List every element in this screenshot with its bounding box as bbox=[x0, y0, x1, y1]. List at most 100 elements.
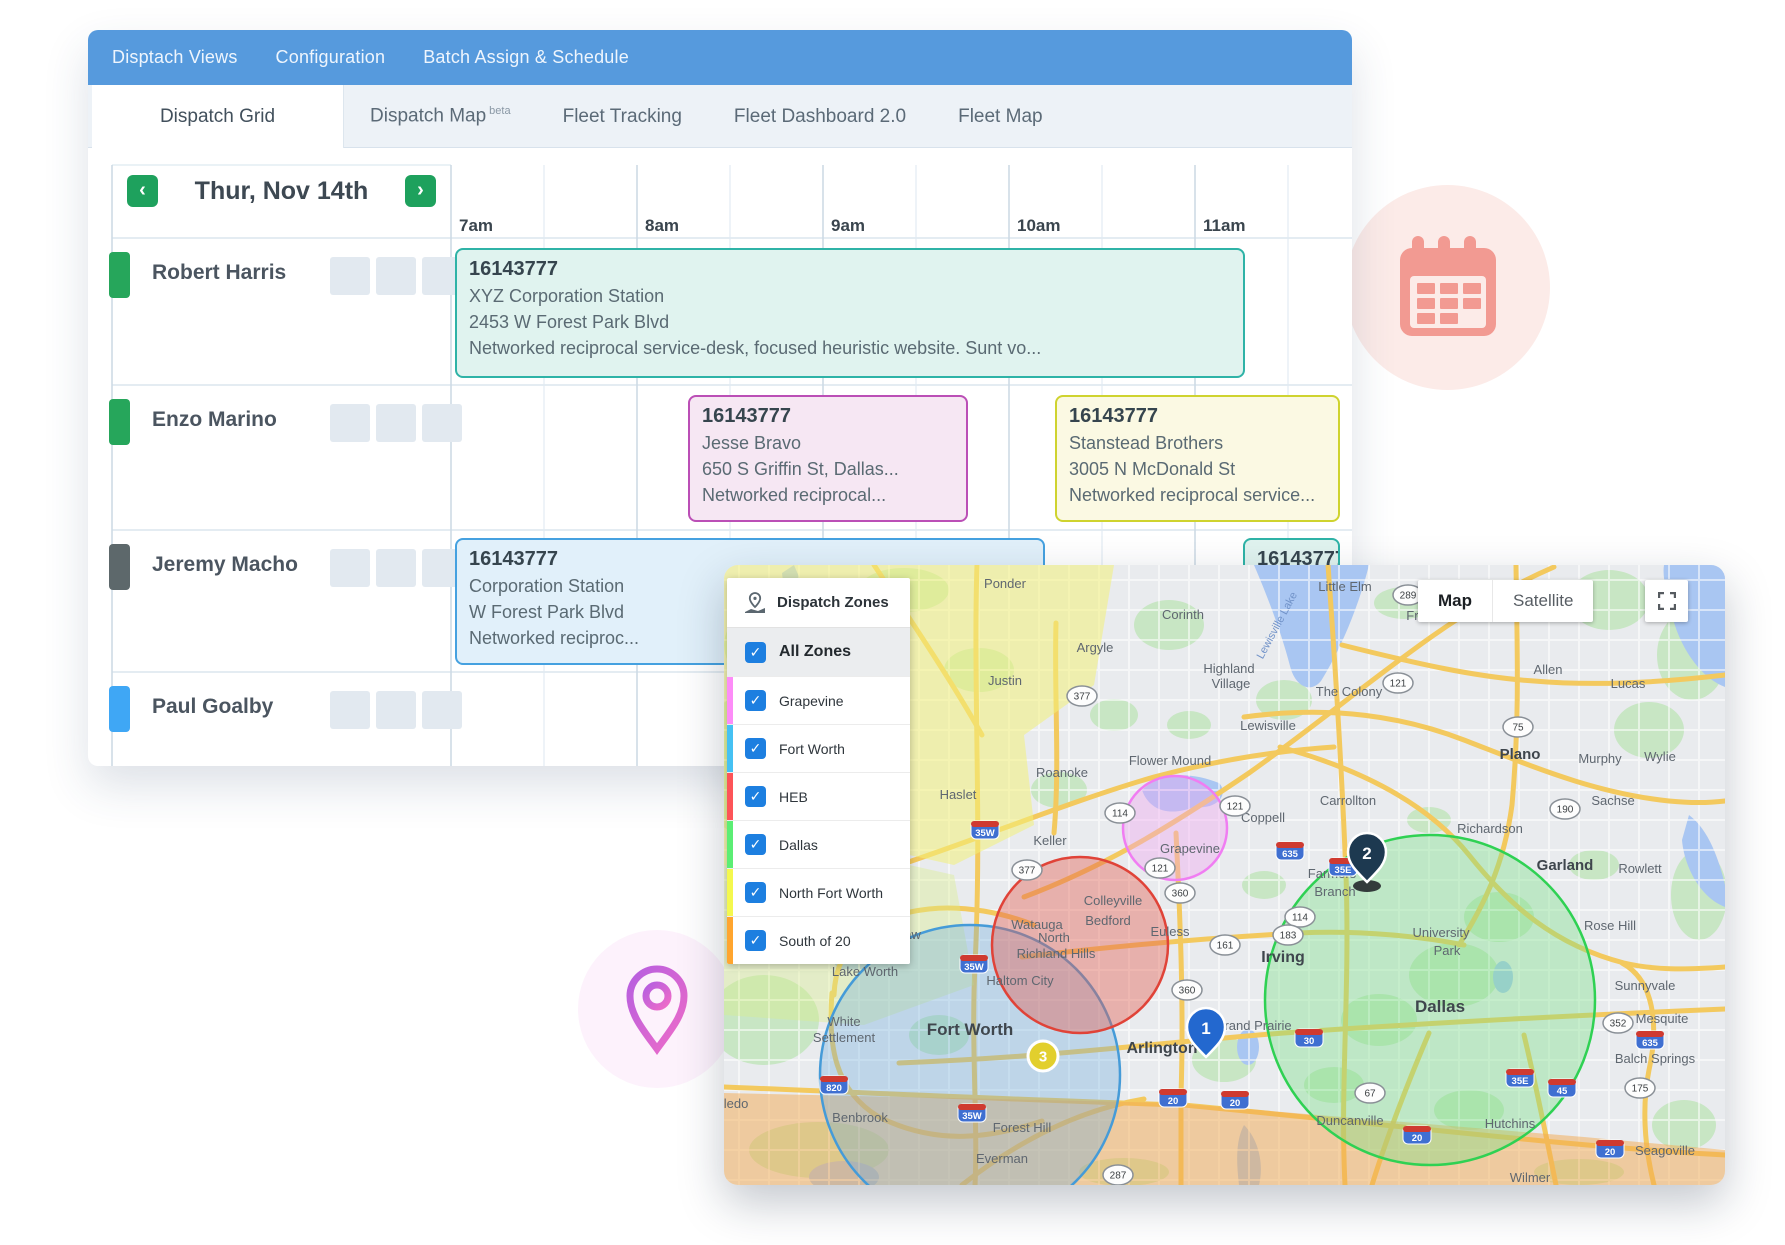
zone-circle[interactable] bbox=[992, 857, 1168, 1033]
svg-text:35E: 35E bbox=[1512, 1076, 1529, 1087]
tab-dispatch-map[interactable]: Dispatch Mapbeta bbox=[370, 105, 511, 127]
driver-name: Enzo Marino bbox=[152, 408, 277, 432]
map-marker-3[interactable]: 3 bbox=[1028, 1041, 1058, 1071]
map-town-label: ledo bbox=[724, 1096, 748, 1111]
svg-text:820: 820 bbox=[826, 1083, 842, 1094]
zone-checkbox[interactable]: ✓ bbox=[745, 690, 766, 711]
zone-color-stripe bbox=[727, 725, 733, 772]
svg-text:175: 175 bbox=[1632, 1084, 1649, 1095]
driver-name: Jeremy Macho bbox=[152, 553, 298, 577]
zone-label: North Fort Worth bbox=[779, 885, 883, 901]
map-town-label: University bbox=[1412, 925, 1470, 940]
map-town-label: Benbrook bbox=[832, 1110, 888, 1125]
map-button[interactable]: Map bbox=[1418, 580, 1493, 622]
map-town-label: Wilmer bbox=[1510, 1170, 1551, 1185]
zone-checkbox[interactable]: ✓ bbox=[745, 834, 766, 855]
zone-item[interactable]: ✓ North Fort Worth bbox=[727, 868, 910, 916]
route-shield: 67 bbox=[1355, 1083, 1385, 1103]
slot-placeholder bbox=[376, 549, 416, 587]
svg-text:75: 75 bbox=[1512, 723, 1524, 734]
tab-fleet-tracking[interactable]: Fleet Tracking bbox=[563, 106, 682, 128]
zone-item[interactable]: ✓ Dallas bbox=[727, 820, 910, 868]
view-tabs: Dispatch Grid Dispatch Mapbeta Fleet Tra… bbox=[88, 85, 1352, 148]
svg-text:20: 20 bbox=[1412, 1133, 1423, 1144]
zone-checkbox[interactable]: ✓ bbox=[745, 882, 766, 903]
map-town-label: The Colony bbox=[1316, 684, 1383, 699]
slot-placeholder bbox=[330, 549, 370, 587]
slot-placeholder bbox=[330, 257, 370, 295]
slot-placeholder bbox=[376, 691, 416, 729]
zone-checkbox[interactable]: ✓ bbox=[745, 642, 766, 663]
nav-dispatch-views[interactable]: Disptach Views bbox=[112, 47, 238, 68]
svg-text:352: 352 bbox=[1610, 1019, 1627, 1030]
driver-status-chip bbox=[109, 686, 130, 732]
map-town-label: Richardson bbox=[1457, 821, 1523, 836]
satellite-button[interactable]: Satellite bbox=[1493, 580, 1593, 622]
zone-item[interactable]: ✓ South of 20 bbox=[727, 916, 910, 964]
tab-fleet-dashboard[interactable]: Fleet Dashboard 2.0 bbox=[734, 106, 906, 128]
map-town-label: Allen bbox=[1534, 662, 1563, 677]
route-shield: 352 bbox=[1603, 1013, 1633, 1033]
zone-checkbox[interactable]: ✓ bbox=[745, 930, 766, 951]
svg-text:1: 1 bbox=[1201, 1019, 1210, 1038]
svg-text:161: 161 bbox=[1217, 941, 1234, 952]
zone-label: South of 20 bbox=[779, 933, 851, 949]
route-shield: 121 bbox=[1220, 796, 1250, 816]
map-town-label: North bbox=[1038, 930, 1070, 945]
zone-item[interactable]: ✓ Fort Worth bbox=[727, 724, 910, 772]
interstate-shield: 20 bbox=[1159, 1089, 1187, 1107]
zone-checkbox[interactable]: ✓ bbox=[745, 738, 766, 759]
slot-placeholder bbox=[376, 257, 416, 295]
tab-fleet-map[interactable]: Fleet Map bbox=[958, 106, 1042, 128]
svg-text:287: 287 bbox=[1110, 1171, 1127, 1182]
map-town-label: Mesquite bbox=[1636, 1011, 1689, 1026]
map-town-label: Haltom City bbox=[986, 973, 1054, 988]
zone-item[interactable]: ✓ HEB bbox=[727, 772, 910, 820]
tab-dispatch-grid[interactable]: Dispatch Grid bbox=[92, 85, 344, 148]
zone-checkbox[interactable]: ✓ bbox=[745, 786, 766, 807]
prev-day-button[interactable]: ‹ bbox=[127, 175, 158, 207]
map-town-label: Lucas bbox=[1611, 676, 1646, 691]
map-town-label: Village bbox=[1212, 676, 1251, 691]
map-town-label: Settlement bbox=[813, 1030, 876, 1045]
zone-label: HEB bbox=[779, 789, 808, 805]
route-shield: 75 bbox=[1503, 717, 1533, 737]
job-block[interactable]: 16143777 XYZ Corporation Station 2453 W … bbox=[455, 248, 1245, 378]
nav-batch-assign[interactable]: Batch Assign & Schedule bbox=[423, 47, 629, 68]
zone-circle[interactable] bbox=[1123, 776, 1227, 880]
map-town-label: Richland Hills bbox=[1017, 946, 1096, 961]
svg-text:635: 635 bbox=[1282, 849, 1299, 860]
zone-item[interactable]: ✓All Zones bbox=[727, 628, 910, 676]
zone-list: ✓All Zones✓Grapevine✓Fort Worth✓HEB✓Dall… bbox=[727, 628, 910, 964]
time-8am: 8am bbox=[645, 216, 679, 236]
svg-text:114: 114 bbox=[1112, 809, 1128, 820]
job-block[interactable]: 16143777 Jesse Bravo 650 S Griffin St, D… bbox=[688, 395, 968, 522]
zone-label: Dallas bbox=[779, 837, 818, 853]
driver-status-chip bbox=[109, 252, 130, 298]
zone-item[interactable]: ✓Grapevine bbox=[727, 676, 910, 724]
beta-badge: beta bbox=[489, 105, 510, 117]
map-type-controls: Map Satellite bbox=[1418, 580, 1593, 622]
next-day-button[interactable]: › bbox=[405, 175, 436, 207]
fullscreen-button[interactable] bbox=[1645, 580, 1688, 622]
map-town-label: Duncanville bbox=[1316, 1113, 1383, 1128]
map-city-label: Irving bbox=[1261, 949, 1305, 966]
map-town-label: Keller bbox=[1033, 833, 1067, 848]
nav-configuration[interactable]: Configuration bbox=[276, 47, 386, 68]
zone-color-stripe bbox=[727, 821, 733, 868]
interstate-shield: 35W bbox=[960, 955, 988, 973]
map-town-label: Little Elm bbox=[1318, 579, 1371, 594]
fullscreen-icon bbox=[1658, 592, 1676, 610]
job-block[interactable]: 16143777 Stanstead Brothers 3005 N McDon… bbox=[1055, 395, 1340, 522]
driver-status-chip bbox=[109, 399, 130, 445]
map-town-label: Justin bbox=[988, 673, 1022, 688]
route-shield: 360 bbox=[1165, 883, 1195, 903]
route-shield: 360 bbox=[1172, 980, 1202, 1000]
route-shield: 377 bbox=[1012, 860, 1042, 880]
svg-text:35W: 35W bbox=[962, 1111, 982, 1122]
zone-color-stripe bbox=[727, 869, 733, 916]
map-town-label: Lake Worth bbox=[832, 964, 898, 979]
svg-text:377: 377 bbox=[1019, 866, 1036, 877]
zone-label: Fort Worth bbox=[779, 741, 845, 757]
map-town-label: Argyle bbox=[1077, 640, 1114, 655]
